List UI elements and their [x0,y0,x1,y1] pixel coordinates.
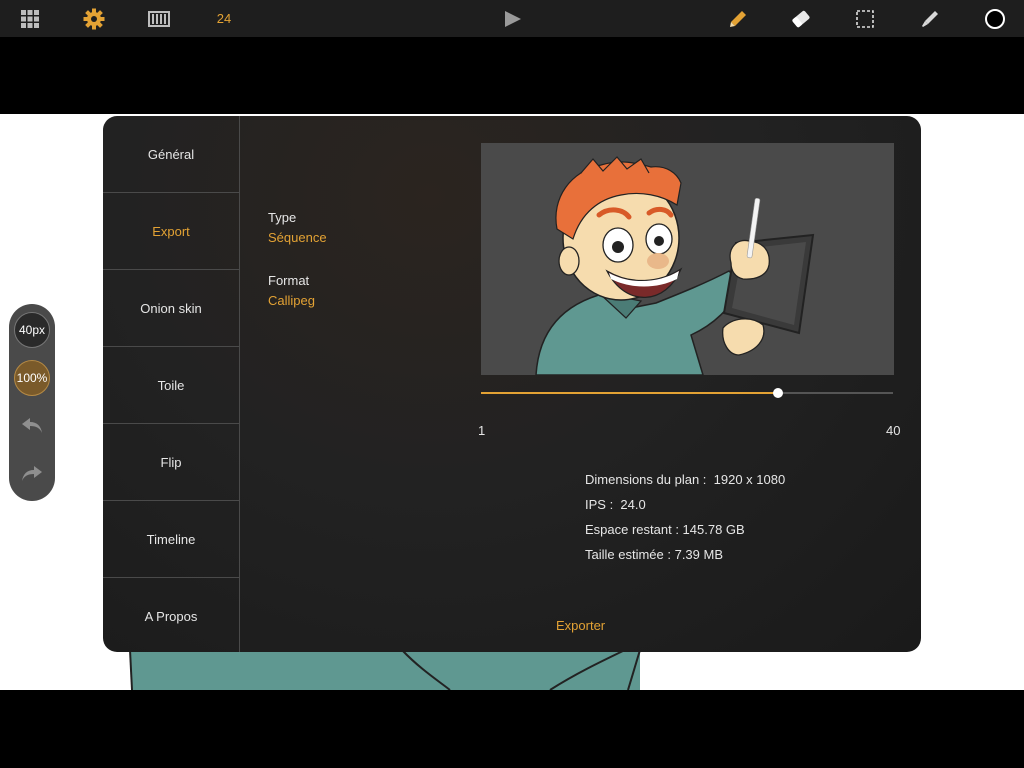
eyedropper-icon[interactable] [918,0,942,37]
preview-artwork [535,156,815,375]
pencil-icon[interactable] [726,0,750,37]
slider-thumb[interactable] [772,388,783,398]
opacity-control[interactable]: 100% [14,360,50,396]
settings-panel: Général Export Onion skin Toile Flip Tim… [103,116,921,652]
redo-icon[interactable] [20,464,44,489]
format-value[interactable]: Callipeg [268,293,315,308]
menu-item-general[interactable]: Général [103,116,239,193]
fps-info: IPS : 24.0 [585,497,646,512]
menu-item-timeline[interactable]: Timeline [103,501,239,578]
frame-range-slider[interactable] [481,388,893,398]
eraser-icon[interactable] [789,0,813,37]
film-icon[interactable] [147,0,171,37]
format-label: Format [268,273,310,288]
slider-fill [481,392,778,394]
top-toolbar: 24 [0,0,1024,37]
menu-item-about[interactable]: A Propos [103,578,239,652]
menu-item-onion-skin[interactable]: Onion skin [103,270,239,347]
dimensions-info: Dimensions du plan : 1920 x 1080 [585,472,786,487]
space-info: Espace restant : 145.78 GB [585,522,745,537]
fps-value[interactable]: 24 [212,0,236,37]
play-icon[interactable] [500,0,524,37]
grid-icon[interactable] [18,0,42,37]
type-label: Type [268,210,297,225]
menu-item-export[interactable]: Export [103,193,239,270]
export-button[interactable]: Exporter [556,618,605,633]
menu-item-flip[interactable]: Flip [103,424,239,501]
color-swatch-icon[interactable] [983,0,1007,37]
selection-icon[interactable] [853,0,877,37]
range-max-label: 40 [886,423,901,438]
range-min-label: 1 [478,423,486,438]
menu-item-toile[interactable]: Toile [103,347,239,424]
settings-menu: Général Export Onion skin Toile Flip Tim… [103,116,240,652]
size-info: Taille estimée : 7.39 MB [585,547,724,562]
type-value[interactable]: Séquence [268,230,327,245]
export-preview [481,143,894,375]
tool-pill: 40px 100% [9,304,55,501]
brush-size-control[interactable]: 40px [14,312,50,348]
gear-icon[interactable] [82,0,106,37]
undo-icon[interactable] [20,416,44,441]
